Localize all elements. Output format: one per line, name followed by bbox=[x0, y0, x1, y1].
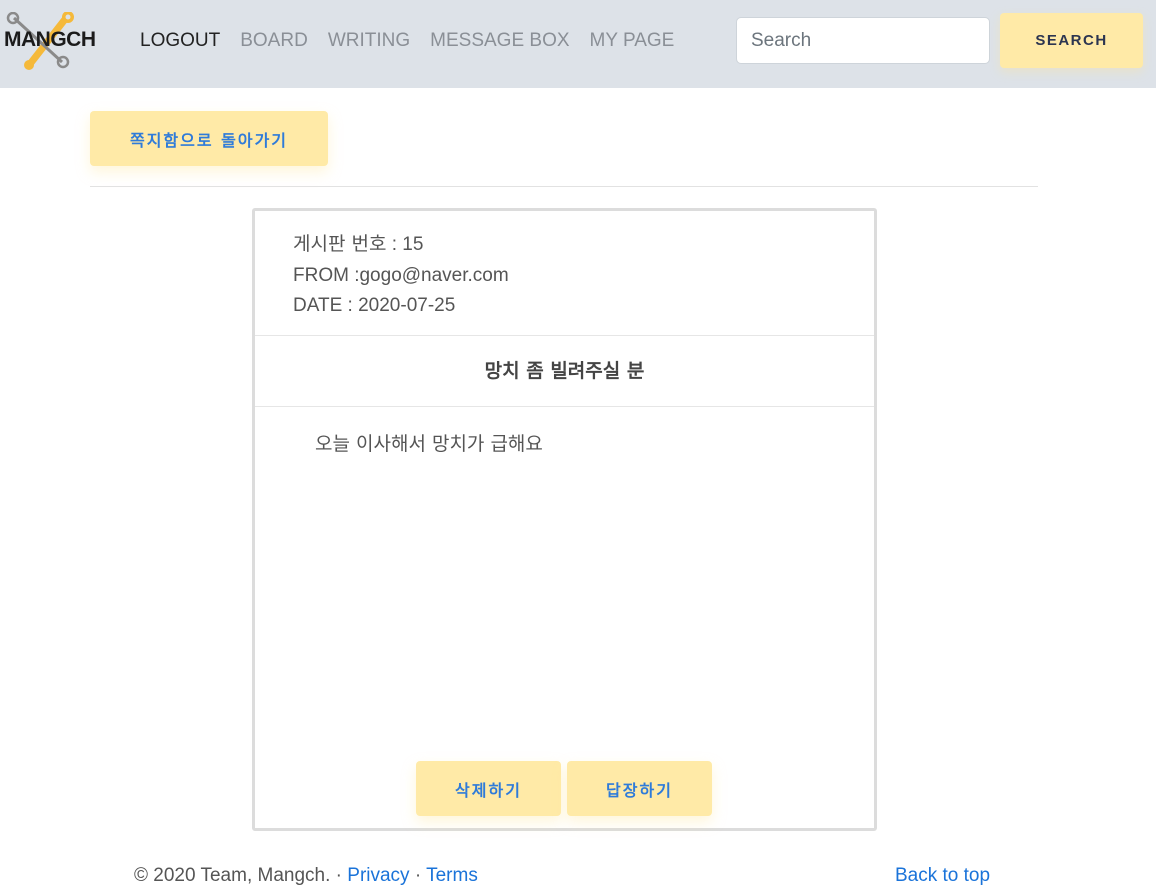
divider bbox=[90, 186, 1038, 187]
card-divider-top bbox=[255, 335, 874, 336]
card-divider-bottom bbox=[255, 406, 874, 407]
message-title: 망치 좀 빌려주실 분 bbox=[484, 360, 645, 382]
nav-board[interactable]: BOARD bbox=[240, 30, 308, 52]
board-number-row: 게시판 번호 : 15 bbox=[293, 229, 509, 261]
search-input[interactable] bbox=[736, 17, 990, 64]
footer-copyright: © 2020 Team, Mangch. · Privacy · Terms bbox=[134, 865, 478, 887]
reply-button[interactable]: 답장하기 bbox=[567, 761, 712, 816]
date-row: DATE : 2020-07-25 bbox=[293, 295, 456, 316]
main-nav: LOGOUT BOARD WRITING MESSAGE BOX MY PAGE bbox=[140, 30, 674, 52]
message-body: 오늘 이사해서 망치가 급해요 bbox=[315, 433, 543, 455]
brand-logo-text: MANGCH bbox=[4, 28, 96, 51]
copyright-text: © 2020 Team, Mangch. · bbox=[134, 865, 348, 886]
search-button[interactable]: SEARCH bbox=[1000, 13, 1143, 68]
message-card: 게시판 번호 : 15 FROM :gogo@naver.com DATE : … bbox=[252, 208, 877, 831]
board-number-value: : 15 bbox=[386, 234, 424, 255]
sender-row: FROM :gogo@naver.com bbox=[293, 264, 509, 286]
navbar: MANGCH LOGOUT BOARD WRITING MESSAGE BOX … bbox=[0, 0, 1156, 88]
board-number-label: 게시판 번호 bbox=[293, 233, 387, 255]
nav-writing[interactable]: WRITING bbox=[328, 30, 410, 52]
terms-link[interactable]: Terms bbox=[426, 865, 478, 886]
delete-button[interactable]: 삭제하기 bbox=[416, 761, 561, 816]
footer-separator: · bbox=[409, 865, 427, 886]
nav-my-page[interactable]: MY PAGE bbox=[590, 30, 675, 52]
back-to-message-box-button[interactable]: 쪽지함으로 돌아가기 bbox=[90, 111, 328, 166]
nav-message-box[interactable]: MESSAGE BOX bbox=[430, 30, 569, 52]
message-meta: 게시판 번호 : 15 FROM :gogo@naver.com DATE : … bbox=[293, 229, 509, 322]
back-to-top-link[interactable]: Back to top bbox=[895, 865, 990, 887]
nav-logout[interactable]: LOGOUT bbox=[140, 30, 220, 52]
brand-logo[interactable]: MANGCH bbox=[4, 12, 96, 70]
privacy-link[interactable]: Privacy bbox=[347, 865, 409, 886]
